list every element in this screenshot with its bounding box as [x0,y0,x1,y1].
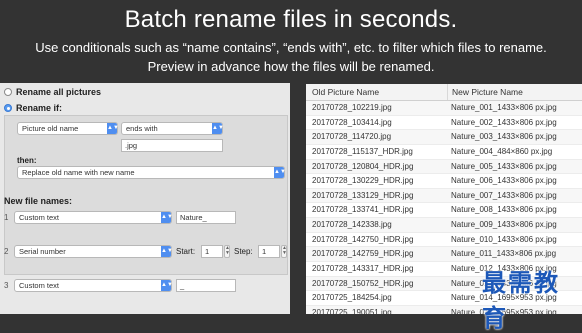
new-name-cell: Nature_007_1433×806 px.jpg [451,190,557,200]
table-row[interactable]: 20170728_115137_HDR.jpg Nature_004_484×86… [306,145,582,160]
new-name-cell: Nature_003_1433×806 px.jpg [451,132,557,142]
table-row[interactable]: 20170728_142750_HDR.jpg Nature_010_1433×8… [306,233,582,248]
table-row[interactable]: 20170728_103414.jpg Nature_002_1433×806 p… [306,116,582,131]
start-input[interactable]: 1 [201,245,223,258]
old-name-cell: 20170728_120804_HDR.jpg [312,161,414,171]
old-name-cell: 20170728_115137_HDR.jpg [312,146,413,156]
chevron-down-icon: ▲▼ [274,167,286,178]
column-header-old-name[interactable]: Old Picture Name [312,84,379,100]
name-part-3-select[interactable]: Custom text ▲▼ [14,279,173,292]
new-name-cell: Nature_002_1433×806 px.jpg [451,117,557,127]
chevron-down-icon: ▲▼ [161,212,173,223]
rename-all-option[interactable]: Rename all pictures [4,87,101,97]
condition-operator-select[interactable]: ends with ▲▼ [121,122,224,135]
row-number-2: 2 [4,247,9,256]
old-name-cell: 20170728_142750_HDR.jpg [312,234,414,244]
condition-field-value: Picture old name [22,124,79,133]
new-name-cell: Nature_010_1433×806 px.jpg [451,234,557,244]
rename-all-label: Rename all pictures [16,87,102,97]
new-name-cell: Nature_008_1433×806 px.jpg [451,205,557,215]
new-name-cell: Nature_005_1433×806 px.jpg [451,161,557,171]
name-part-2-select[interactable]: Serial number ▲▼ [14,245,173,258]
condition-field-select[interactable]: Picture old name ▲▼ [17,122,119,135]
rename-all-radio[interactable] [4,88,12,96]
old-name-cell: 20170728_130229_HDR.jpg [312,176,414,186]
condition-operator-value: ends with [126,124,158,133]
old-name-cell: 20170725_190051.jpg [312,307,392,314]
name-part-3-input[interactable]: _ [176,279,236,292]
new-name-cell: Nature_011_1433×806 px.jpg [451,249,557,259]
old-name-cell: 20170728_150752_HDR.jpg [312,278,414,288]
rename-if-option[interactable]: Rename if: [4,103,62,113]
row-number-1: 1 [4,213,9,222]
chevron-down-icon: ▲▼ [107,123,119,134]
table-row[interactable]: 20170725_190051.jpg Nature_015_1695×953 p… [306,305,582,314]
table-header: Old Picture Name New Picture Name [306,84,582,101]
old-name-cell: 20170728_102219.jpg [312,103,392,112]
new-name-cell: Nature_004_484×860 px.jpg [451,146,553,156]
rename-if-radio[interactable] [4,104,12,112]
new-name-cell: Nature_009_1433×806 px.jpg [451,220,557,230]
step-input[interactable]: 1 [258,245,280,258]
step-stepper[interactable]: ▲ ▼ [281,245,287,258]
subtitle-line-2: Preview in advance how the files will be… [147,59,435,74]
subtitle-line-1: Use conditionals such as “name contains”… [35,40,547,55]
table-row[interactable]: 20170728_133741_HDR.jpg Nature_008_1433×8… [306,203,582,219]
old-name-cell: 20170728_143317_HDR.jpg [312,264,414,274]
table-row[interactable]: 20170728_130229_HDR.jpg Nature_006_1433×8… [306,174,582,189]
row-number-3: 3 [4,281,9,290]
watermark-logo: 最需教育 [482,270,560,332]
start-stepper[interactable]: ▲ ▼ [224,245,230,258]
start-label: Start: [176,247,196,256]
chevron-down-icon: ▲▼ [161,280,173,291]
new-file-names-label: New file names: [4,196,73,206]
chevron-down-icon: ▲▼ [161,246,173,257]
old-name-cell: 20170728_103414.jpg [312,117,392,127]
rename-settings-panel: Rename all pictures Rename if: Picture o… [0,83,290,314]
name-part-3-type: Custom text [19,281,60,290]
old-name-cell: 20170728_114720.jpg [312,132,392,142]
old-name-cell: 20170728_133129_HDR.jpg [312,190,414,200]
table-row[interactable]: 20170728_142338.jpg Nature_009_1433×806 p… [306,218,582,233]
chevron-down-icon: ▲▼ [212,123,224,134]
then-action-value: Replace old name with new name [22,168,135,177]
name-part-1-type: Custom text [19,213,60,222]
table-row[interactable]: 20170728_102219.jpg Nature_001_1433×806 p… [306,101,582,116]
rename-if-label: Rename if: [16,103,63,113]
headline: Batch rename files in seconds. [124,6,458,33]
new-name-cell: Nature_001_1433×806 px.jpg [451,103,557,112]
name-part-1-input[interactable]: Nature_ [176,211,236,224]
then-label: then: [17,156,37,165]
table-row[interactable]: 20170728_133129_HDR.jpg Nature_007_1433×8… [306,188,582,204]
table-row[interactable]: 20170728_120804_HDR.jpg Nature_005_1433×8… [306,159,582,175]
old-name-cell: 20170725_184254.jpg [312,293,392,303]
name-part-2-type: Serial number [19,247,66,256]
condition-value-input[interactable]: .jpg [121,139,223,152]
step-label: Step: [234,247,253,256]
new-name-cell: Nature_006_1433×806 px.jpg [451,176,557,186]
name-part-1-select[interactable]: Custom text ▲▼ [14,211,173,224]
old-name-cell: 20170728_142338.jpg [312,220,392,230]
column-header-new-name[interactable]: New Picture Name [447,84,523,100]
old-name-cell: 20170728_133741_HDR.jpg [312,205,414,215]
old-name-cell: 20170728_142759_HDR.jpg [312,249,414,259]
then-action-select[interactable]: Replace old name with new name ▲▼ [17,166,286,179]
table-row[interactable]: 20170728_142759_HDR.jpg Nature_011_1433×8… [306,247,582,263]
table-row[interactable]: 20170728_114720.jpg Nature_003_1433×806 p… [306,130,582,145]
